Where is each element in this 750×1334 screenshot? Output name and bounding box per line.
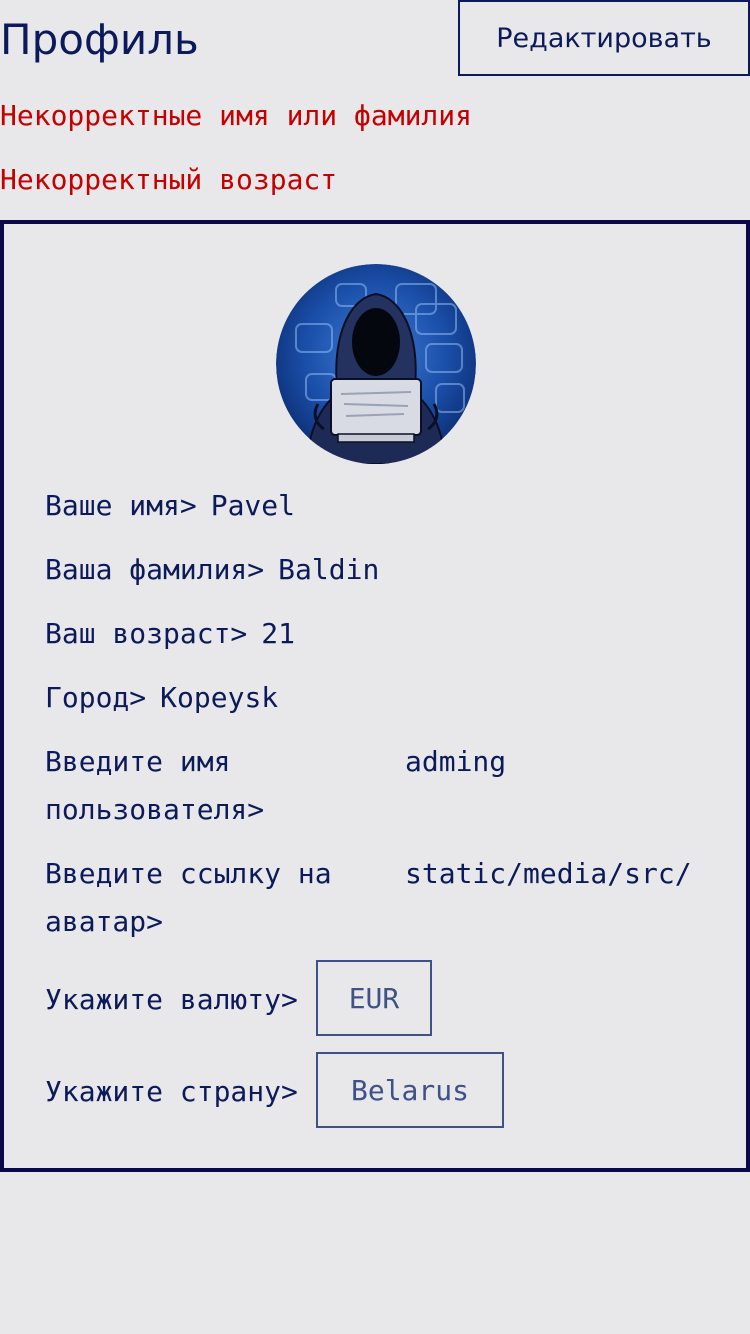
username-label: Введите имя пользователя>	[45, 745, 265, 826]
currency-select[interactable]: EUR	[316, 960, 432, 1036]
city-value: Kopeysk	[160, 681, 279, 714]
age-value: 21	[261, 617, 296, 650]
username-value: adming	[405, 745, 507, 778]
city-row: Город> Kopeysk	[45, 674, 278, 722]
profile-card: Ваше имя> Pavel Ваша фамилия> Baldin Ваш в…	[0, 220, 750, 1172]
error-name: Некорректные имя или фамилия	[0, 99, 473, 132]
first-name-value: Pavel	[210, 489, 296, 522]
first-name-label: Ваше имя>	[45, 489, 197, 522]
last-name-label: Ваша фамилия>	[45, 553, 265, 586]
age-label: Ваш возраст>	[45, 617, 248, 650]
country-label: Укажите страну>	[45, 1075, 298, 1108]
avatar-link-label: Введите ссылку на аватар>	[45, 857, 332, 938]
last-name-value: Baldin	[278, 553, 380, 586]
first-name-row: Ваше имя> Pavel	[45, 482, 295, 530]
age-row: Ваш возраст> 21	[45, 610, 295, 658]
country-select[interactable]: Belarus	[316, 1052, 504, 1128]
last-name-row: Ваша фамилия> Baldin	[45, 546, 379, 594]
currency-label: Укажите валюту>	[45, 983, 298, 1016]
edit-button[interactable]: Редактировать	[458, 0, 750, 76]
city-label: Город>	[45, 681, 147, 714]
avatar-link-value: static/media/src/	[405, 857, 692, 890]
error-age: Некорректный возраст	[0, 163, 338, 196]
hacker-avatar-icon	[276, 264, 476, 464]
page-title: Профиль	[0, 15, 199, 64]
